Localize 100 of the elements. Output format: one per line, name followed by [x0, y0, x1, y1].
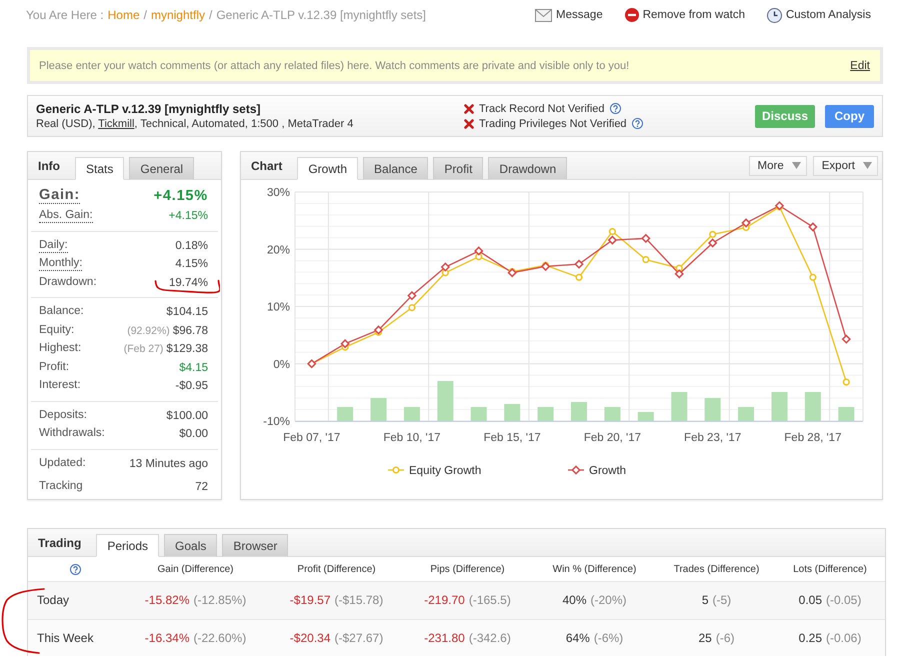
data-point	[407, 290, 417, 300]
cell-difference: (-5)	[712, 593, 732, 608]
edit-link[interactable]: Edit	[850, 60, 870, 72]
cell-difference: (-12.85%)	[194, 593, 246, 608]
row-label: This Week	[37, 630, 94, 645]
data-point	[641, 234, 650, 244]
tab[interactable]: Profit	[433, 157, 484, 180]
broker-link[interactable]: Tickmill	[98, 118, 134, 130]
stat-value: $104.15	[166, 306, 208, 318]
axis-label: 10%	[266, 302, 290, 314]
verification-status: Track Record Not Verified	[479, 102, 605, 114]
axis-label: Feb 28, '17	[784, 432, 842, 444]
stat-value: +4.15%	[154, 188, 208, 204]
cell-value: -16.34%	[144, 630, 190, 645]
bar	[470, 407, 487, 421]
stat-value: $100.00	[166, 410, 208, 422]
breadcrumb-text: Generic A-TLP v.12.39 [mynightfly sets]	[216, 8, 426, 22]
tab[interactable]: Stats	[75, 157, 124, 180]
legend-label[interactable]: Equity Growth	[409, 465, 482, 477]
cell-value: -$19.57	[290, 593, 330, 608]
panel-title: Trading	[38, 536, 82, 550]
stat-value: 4.15%	[175, 258, 208, 270]
column-header: Lots (Difference)	[793, 564, 867, 574]
cell-value: -231.80	[424, 630, 465, 645]
axis-label: Feb 15, '17	[484, 432, 541, 444]
cell-difference: (-6%)	[594, 630, 624, 645]
dropdown-button[interactable]: Export	[812, 156, 878, 176]
axis-label: -10%	[263, 416, 290, 428]
column-header: Win % (Difference)	[552, 564, 636, 574]
bar	[804, 392, 821, 421]
legend-label[interactable]: Growth	[589, 465, 626, 477]
column-header: Pips (Difference)	[430, 564, 505, 574]
bar	[704, 398, 721, 421]
bar	[404, 407, 420, 421]
bar	[337, 407, 354, 421]
tab[interactable]: Periods	[96, 534, 160, 557]
help-icon[interactable]	[632, 118, 643, 129]
help-icon[interactable]	[70, 564, 80, 574]
stat-value: $4.15	[179, 362, 208, 374]
cell-difference: (-$15.78)	[334, 593, 384, 608]
remove-from-watch-link[interactable]: Remove from watch	[624, 8, 745, 22]
data-point	[340, 339, 350, 348]
cell-value: 0.25	[798, 630, 822, 645]
bar	[370, 398, 387, 421]
data-point	[307, 359, 316, 368]
cell-value: -15.82%	[144, 593, 190, 608]
cell-difference: (-165.5)	[468, 593, 511, 608]
row-label: Today	[37, 593, 70, 608]
bar	[504, 404, 520, 421]
bar	[838, 407, 854, 421]
bar	[638, 412, 654, 421]
message-link[interactable]: Message	[535, 8, 603, 22]
cell-value: 25	[698, 630, 712, 645]
help-icon[interactable]	[610, 103, 621, 114]
data-point	[575, 274, 583, 281]
cell-difference: (-6)	[716, 630, 735, 645]
tab[interactable]: General	[129, 157, 194, 180]
clock-icon	[766, 8, 782, 22]
tab[interactable]: Browser	[222, 534, 288, 557]
tab[interactable]: Drawdown	[488, 157, 568, 180]
dropdown-button[interactable]: More	[748, 156, 807, 176]
stat-value: -$0.95	[175, 380, 208, 392]
stat-label: Gain:	[39, 188, 80, 204]
caret-icon	[863, 162, 872, 169]
breadcrumb-separator: /	[144, 8, 147, 22]
stat-label: Equity:	[39, 324, 74, 338]
stat-value: 0.18%	[175, 240, 208, 252]
stat-label: Highest:	[39, 342, 82, 356]
minus-circle-icon	[624, 8, 639, 22]
stat-label: Withdrawals:	[39, 427, 105, 442]
bar	[571, 402, 587, 421]
verification-status: Trading Privileges Not Verified	[479, 118, 627, 130]
axis-label: Feb 07, '17	[283, 432, 340, 444]
tab[interactable]: Growth	[297, 157, 358, 180]
stat-label: Tracking	[39, 480, 83, 494]
column-header: Trades (Difference)	[674, 564, 760, 574]
custom-analysis-link[interactable]: Custom Analysis	[766, 8, 871, 22]
stat-label: Updated:	[39, 456, 86, 471]
caret-icon	[792, 162, 801, 169]
stat-label: Monthly:	[39, 257, 82, 272]
tab[interactable]: Goals	[164, 534, 218, 557]
legend-point	[392, 466, 400, 474]
comment-hint: Please enter your watch comments (or attach any related files) here. Watch comments are private and visible only to you!	[39, 60, 630, 72]
data-point	[809, 274, 816, 281]
cell-difference: (-20%)	[590, 593, 627, 608]
data-point	[842, 334, 851, 344]
bar	[771, 392, 788, 421]
bar	[604, 407, 620, 421]
system-details: Real (USD), Tickmill, Technical, Automated, 1:500 , MetaTrader 4	[36, 118, 354, 130]
stat-value: $0.00	[179, 428, 208, 440]
panel-title: Chart	[251, 158, 282, 172]
stat-value: $96.78	[172, 324, 208, 337]
cell-value: 40%	[562, 593, 586, 608]
tab[interactable]: Balance	[363, 157, 428, 180]
data-point	[508, 268, 517, 278]
axis-label: 20%	[266, 244, 290, 256]
cell-value: 64%	[566, 630, 590, 645]
data-point	[408, 304, 416, 312]
stat-value: +4.15%	[168, 210, 208, 222]
stat-note: (Feb 27)	[124, 343, 164, 356]
